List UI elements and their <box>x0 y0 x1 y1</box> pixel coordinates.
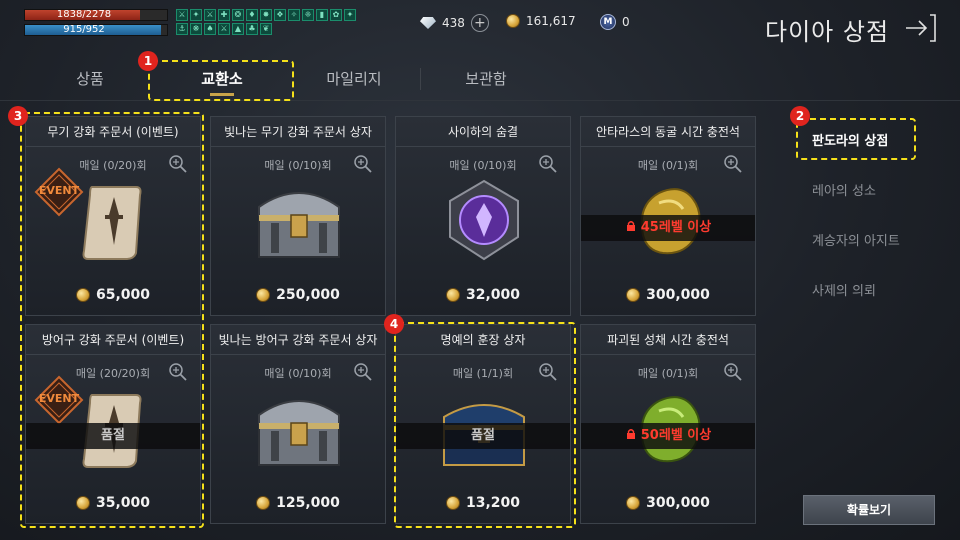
price-value: 250,000 <box>276 287 340 303</box>
item-card[interactable]: 빛나는 방어구 강화 주문서 상자 매일 (0/10)회 125,000 <box>210 324 386 524</box>
zoom-icon[interactable] <box>353 154 373 174</box>
level-requirement-band: 50레벨 이상 <box>581 423 755 449</box>
hp-text: 1838/2278 <box>56 9 112 20</box>
buff-icon: ♠ <box>204 23 216 35</box>
highlight-pandora-shop <box>796 118 916 160</box>
mileage-amount: 0 <box>622 15 630 29</box>
item-price: 300,000 <box>581 495 755 511</box>
tab-products[interactable]: 상품 <box>30 68 150 89</box>
gold-coin-icon <box>506 14 520 28</box>
buff-icon: ⚔ <box>204 9 216 21</box>
marker-3: 3 <box>8 106 28 126</box>
item-image <box>249 175 349 265</box>
tab-underline <box>0 100 960 101</box>
buff-icon: ⚔ <box>176 9 188 21</box>
diamond-currency: 438 + <box>420 14 489 32</box>
highlight-event-column <box>20 112 204 528</box>
gold-coin-icon <box>445 288 460 302</box>
buff-icon: ✿ <box>330 9 342 21</box>
highlight-exchange-tab <box>148 60 294 101</box>
buff-icon: ♦ <box>246 9 258 21</box>
gold-coin-icon <box>626 496 641 510</box>
buff-icon: ▮ <box>316 9 328 21</box>
buff-icon: ❋ <box>190 23 202 35</box>
gold-coin-icon <box>626 288 641 302</box>
item-card[interactable]: 안타라스의 동굴 시간 충전석 매일 (0/1)회 45레벨 이상 300,000 <box>580 116 756 316</box>
price-value: 300,000 <box>646 495 710 511</box>
side-item-rea-sanctuary[interactable]: 레아의 성소 <box>812 180 876 199</box>
price-value: 300,000 <box>646 287 710 303</box>
item-card[interactable]: 사이하의 숨결 매일 (0/10)회 32,000 <box>395 116 571 316</box>
side-item-successor-hideout[interactable]: 계승자의 아지트 <box>812 230 900 249</box>
probability-button[interactable]: 확률보기 <box>803 495 935 525</box>
lock-icon <box>625 428 641 443</box>
buff-icon: ✦ <box>344 9 356 21</box>
zoom-icon[interactable] <box>723 154 743 174</box>
add-diamond-button[interactable]: + <box>470 14 489 32</box>
item-price: 300,000 <box>581 287 755 303</box>
diamond-amount: 438 <box>442 16 465 30</box>
zoom-icon[interactable] <box>538 154 558 174</box>
item-title: 파괴된 성채 시간 충전석 <box>581 325 755 355</box>
item-image <box>249 383 349 473</box>
item-title: 빛나는 방어구 강화 주문서 상자 <box>211 325 385 355</box>
price-value: 125,000 <box>276 495 340 511</box>
side-item-priest-request[interactable]: 사제의 의뢰 <box>812 280 876 299</box>
item-title: 사이하의 숨결 <box>396 117 570 147</box>
item-price: 125,000 <box>211 495 385 511</box>
gold-amount: 161,617 <box>526 14 576 28</box>
buff-icon: ❂ <box>232 9 244 21</box>
mp-text: 915/952 <box>63 24 105 35</box>
mileage-icon: M <box>600 14 616 30</box>
price-value: 32,000 <box>465 287 521 303</box>
gold-coin-icon <box>256 288 271 302</box>
tab-storage[interactable]: 보관함 <box>426 68 546 89</box>
hp-bar: 1838/2278 <box>24 9 168 21</box>
buff-icon: ⚔ <box>218 23 230 35</box>
buff-icon: ✦ <box>190 9 202 21</box>
buff-icon: ✚ <box>218 9 230 21</box>
page-title: 다이아 상점 <box>765 18 890 46</box>
band-label: 45레벨 이상 <box>640 220 712 235</box>
marker-4: 4 <box>384 314 404 334</box>
marker-2: 2 <box>790 106 810 126</box>
item-image <box>434 175 534 265</box>
item-card[interactable]: 빛나는 무기 강화 주문서 상자 매일 (0/10)회 250,000 <box>210 116 386 316</box>
zoom-icon[interactable] <box>723 362 743 382</box>
item-title: 안타라스의 동굴 시간 충전석 <box>581 117 755 147</box>
item-price: 32,000 <box>396 287 570 303</box>
buff-icon: ✸ <box>260 9 272 21</box>
buff-icons: ⚔ ✦ ⚔ ✚ ❂ ♦ ✸ ❖ ✧ ❈ ▮ ✿ ✦ ⚓ ❋ ♠ ⚔ ▲ ♣ ❦ <box>176 9 356 37</box>
buff-icon: ❖ <box>274 9 286 21</box>
lock-icon <box>625 220 641 235</box>
mileage-currency: M 0 <box>600 14 630 30</box>
item-price: 250,000 <box>211 287 385 303</box>
buff-icon: ⚓ <box>176 23 188 35</box>
diamond-icon <box>420 17 436 29</box>
zoom-icon[interactable] <box>353 362 373 382</box>
buff-icon: ❦ <box>260 23 272 35</box>
tab-divider <box>420 68 421 90</box>
gold-coin-icon <box>256 496 271 510</box>
buff-icon: ✧ <box>288 9 300 21</box>
item-title: 빛나는 무기 강화 주문서 상자 <box>211 117 385 147</box>
gold-currency: 161,617 <box>506 14 576 28</box>
buff-icon: ▲ <box>232 23 244 35</box>
marker-1: 1 <box>138 51 158 71</box>
exit-icon[interactable] <box>904 12 938 44</box>
band-label: 50레벨 이상 <box>640 428 712 443</box>
mp-bar: 915/952 <box>24 24 168 36</box>
buff-icon: ❈ <box>302 9 314 21</box>
tab-mileage[interactable]: 마일리지 <box>294 68 414 89</box>
buff-icon: ♣ <box>246 23 258 35</box>
highlight-honor-medal-box <box>394 322 576 528</box>
level-requirement-band: 45레벨 이상 <box>581 215 755 241</box>
item-card[interactable]: 파괴된 성채 시간 충전석 매일 (0/1)회 50레벨 이상 300,000 <box>580 324 756 524</box>
